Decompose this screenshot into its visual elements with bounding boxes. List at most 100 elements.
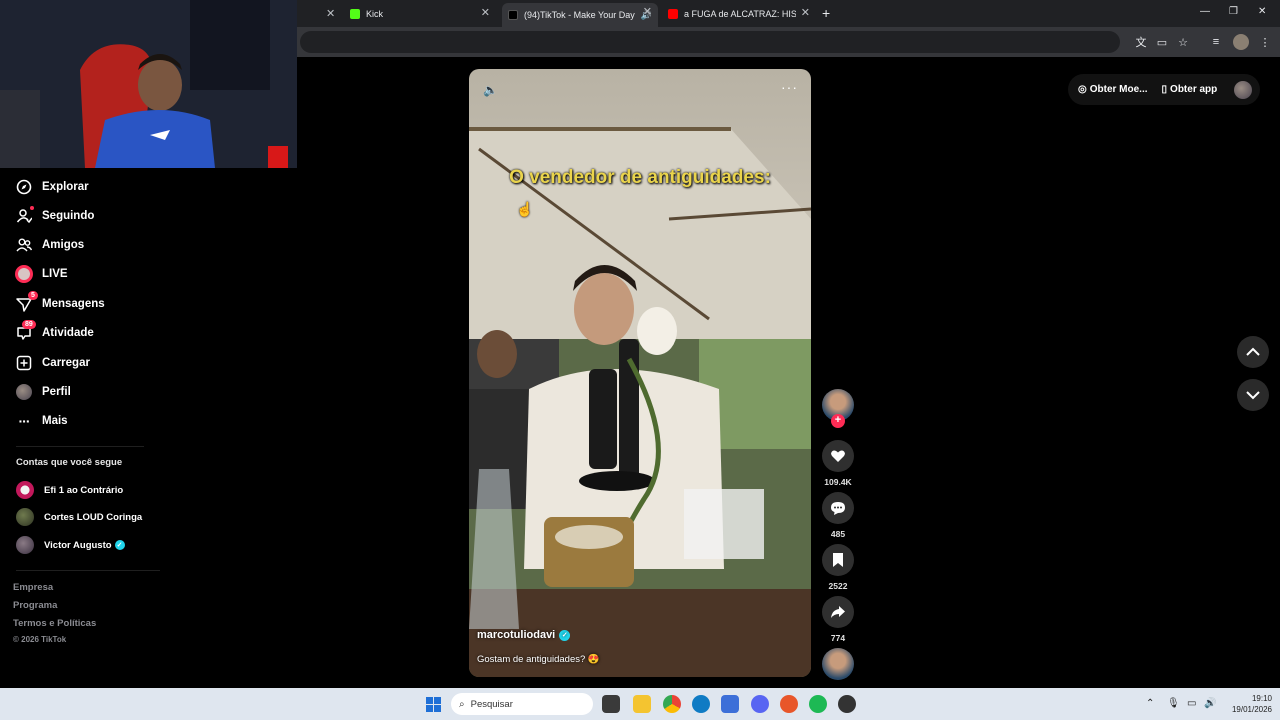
follow-plus-icon[interactable]: + [831,414,845,428]
cast-icon[interactable]: ▭ [1155,35,1169,49]
brave-icon[interactable] [780,695,798,713]
sidebar-item-mensagens[interactable]: 5 Mensagens [16,291,105,315]
footer-link-empresa[interactable]: Empresa [13,582,53,593]
sidebar-item-seguindo[interactable]: Seguindo [16,205,94,227]
menu-kebab-icon[interactable]: ⋮ [1258,35,1272,49]
new-tab-button[interactable]: + [822,5,830,21]
close-tab-icon[interactable]: ✕ [326,7,335,20]
previous-video-button[interactable] [1237,336,1269,368]
taskbar-search[interactable]: ⌕ Pesquisar [451,693,593,715]
footer-link-programa[interactable]: Programa [13,600,57,611]
upload-icon [16,355,32,371]
following-account[interactable]: Cortes LOUD Coringa [16,508,142,526]
tray-overflow-icon[interactable]: ⌃ [1146,698,1154,709]
sidebar-item-label: Perfil [42,386,71,398]
chrome-icon[interactable] [663,695,681,713]
spotify-icon[interactable] [809,695,827,713]
sidebar-item-label: Mensagens [42,298,105,310]
youtube-icon [668,9,678,19]
app-icon[interactable] [838,695,856,713]
account-name: Efi 1 ao Contrário [44,484,124,496]
user-avatar[interactable] [1234,80,1253,99]
translate-icon[interactable]: 文 [1134,35,1148,49]
close-tab-icon[interactable]: ✕ [481,6,490,19]
heart-icon [831,450,845,462]
discord-icon[interactable] [751,695,769,713]
close-tab-icon[interactable]: ✕ [643,5,652,18]
following-section-title: Contas que você segue [16,457,123,468]
minimize-icon[interactable]: — [1200,6,1210,17]
video-author[interactable]: marcotuliodavi [477,629,555,641]
clock-date: 19/01/2026 [1231,705,1272,714]
sidebar-item-label: Atividade [42,327,94,339]
sidebar-item-atividade[interactable]: 89 Atividade [16,320,94,344]
tab-kick[interactable]: Kick ✕ [344,4,496,24]
following-account[interactable]: Victor Augusto ✓ [16,536,125,554]
speaker-icon[interactable]: 🔊 [1204,698,1216,709]
taskbar-clock[interactable]: 19:10 19/01/2026 [1222,693,1272,715]
network-icon[interactable]: ▭ [1187,698,1196,709]
sidebar-item-label: Seguindo [42,210,95,222]
coin-icon: ◎ [1078,84,1087,95]
sidebar-item-perfil[interactable]: Perfil [16,381,71,403]
video-frame [469,127,811,677]
next-video-button[interactable] [1237,379,1269,411]
copyright: © 2026 TikTok [13,635,67,644]
verified-icon: ✓ [114,540,125,550]
tab-youtube[interactable]: a FUGA de ALCATRAZ: HISTÓRI ✕ [662,4,816,24]
close-tab-icon[interactable]: ✕ [801,6,810,19]
save-count: 2522 [828,581,848,591]
sidebar-item-amigos[interactable]: Amigos [16,234,84,256]
sidebar-item-label: Mais [42,415,68,427]
restore-icon[interactable]: ❐ [1229,6,1238,17]
save-button[interactable] [822,544,854,576]
kick-icon [350,9,360,19]
tab-tiktok[interactable]: (94)TikTok - Make Your Day 🔊 ✕ [502,3,658,27]
video-more-options-icon[interactable]: ··· [781,79,798,95]
video-player[interactable]: 🔈 ··· O vendedor de antiguidades: ☝ marc… [469,69,811,677]
sidebar-item-explorar[interactable]: Explorar [16,176,89,198]
like-count: 109.4K [824,477,852,487]
comment-button[interactable] [822,492,854,524]
video-author-row[interactable]: marcotuliodavi ✓ [477,629,571,641]
sidebar-item-label: LIVE [42,268,68,280]
profile-avatar-icon[interactable] [1233,34,1249,50]
volume-icon[interactable]: 🔈 [483,83,498,97]
comment-count: 485 [830,529,846,539]
sidebar-item-mais[interactable]: ··· Mais [16,410,68,432]
outlook-icon[interactable] [721,695,739,713]
footer-link-termos[interactable]: Termos e Políticas [13,618,96,629]
top-right-controls: ◎ Obter Moe... ▯ Obter app [1068,74,1260,105]
tiktok-icon [508,10,518,20]
omnibox[interactable] [300,31,1120,53]
account-avatar [16,508,34,526]
sound-disc[interactable] [822,648,854,680]
windows-taskbar: ⌕ Pesquisar ⌃ 🎙 ▭ 🔊 19:10 19/01/2026 [0,688,1280,720]
close-window-icon[interactable]: ✕ [1258,6,1266,17]
file-explorer-icon[interactable] [633,695,651,713]
divider [16,570,160,571]
media-controls-icon[interactable]: ≡ [1209,35,1223,49]
microphone-icon[interactable]: 🎙 [1167,698,1180,709]
friends-icon [16,237,32,253]
edge-icon[interactable] [692,695,710,713]
share-count: 774 [830,633,846,643]
messages-badge: 5 [28,291,38,300]
bookmark-star-icon[interactable]: ☆ [1176,35,1190,49]
share-icon [831,606,845,618]
tab-label: Kick [366,9,384,19]
task-view-icon[interactable] [602,695,620,713]
get-coins-button[interactable]: Obter Moe... [1090,84,1148,95]
like-button[interactable] [822,440,854,472]
comment-icon [831,502,845,515]
more-icon: ··· [18,413,31,429]
following-account[interactable]: Efi 1 ao Contrário [16,481,123,499]
windows-start-icon[interactable] [426,697,441,712]
sidebar-item-live[interactable]: LIVE [15,263,68,285]
following-icon [16,208,32,224]
share-button[interactable] [822,596,854,628]
get-app-button[interactable]: Obter app [1170,84,1217,95]
sidebar-item-label: Amigos [42,239,85,251]
sidebar-item-carregar[interactable]: Carregar [16,352,90,374]
live-icon [15,265,33,283]
